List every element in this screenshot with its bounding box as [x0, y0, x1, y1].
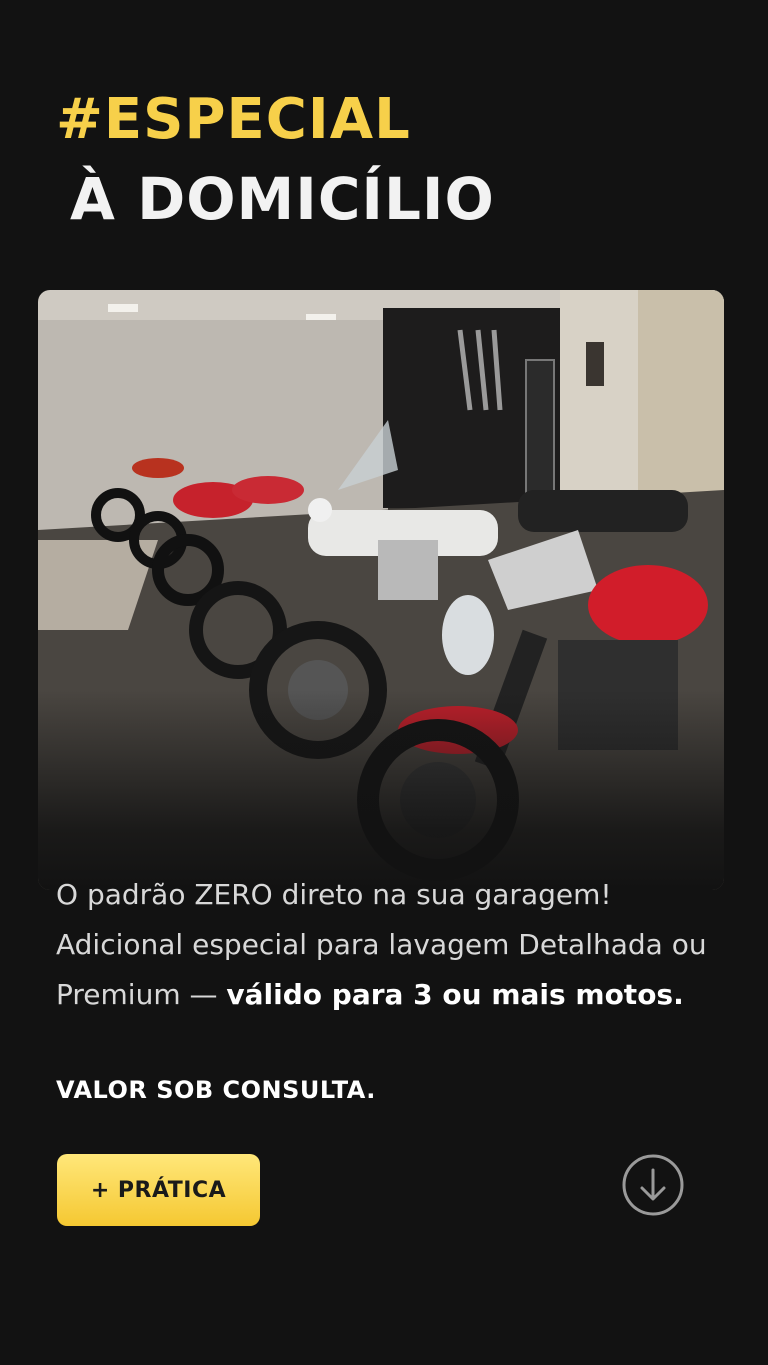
motorcycles-photo: [38, 290, 724, 890]
photo-fade: [38, 690, 724, 890]
description-line-3: Premium — válido para 3 ou mais motos.: [56, 970, 736, 1020]
pratica-button[interactable]: + PRÁTICA: [57, 1154, 260, 1226]
description-line-3-prefix: Premium —: [56, 978, 227, 1011]
arrow-down-circle-icon[interactable]: [622, 1154, 684, 1216]
description: O padrão ZERO direto na sua garagem! Adi…: [56, 870, 736, 1020]
description-line-1: O padrão ZERO direto na sua garagem!: [56, 878, 612, 911]
description-highlight: válido para 3 ou mais motos.: [226, 978, 684, 1011]
page-title: À DOMICÍLIO: [70, 165, 495, 233]
hashtag-heading: #ESPECIAL: [56, 87, 411, 152]
description-line-2: Adicional especial para lavagem Detalhad…: [56, 928, 707, 961]
price-note: VALOR SOB CONSULTA.: [56, 1076, 376, 1104]
